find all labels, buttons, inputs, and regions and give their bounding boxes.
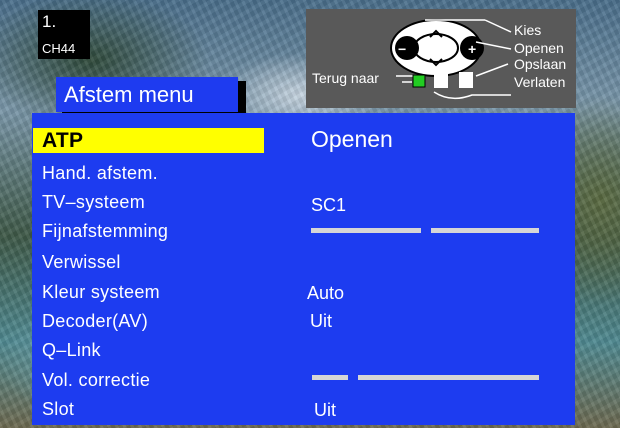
green-button-icon (412, 74, 426, 88)
menu-item-tv-systeem[interactable]: TV–systeem (42, 190, 145, 214)
channel-name: CH44 (42, 41, 76, 56)
menu-item-slot[interactable]: Slot (42, 397, 74, 421)
white-button-icon (459, 72, 473, 88)
menu-item-vol-correctie[interactable]: Vol. correctie (42, 368, 150, 392)
volume-correction-bar-right (358, 375, 539, 380)
plus-symbol: + (468, 41, 477, 57)
help-opslaan: Opslaan (514, 56, 567, 72)
value-atp: Openen (311, 126, 393, 152)
menu-item-atp[interactable]: ATP (42, 129, 83, 153)
help-terug-naar: Terug naar (312, 70, 379, 86)
help-verlaten: Verlaten (514, 74, 566, 90)
value-tv-systeem: SC1 (311, 195, 347, 215)
fine-tune-bar-right (431, 228, 539, 233)
minus-symbol: − (398, 41, 407, 57)
value-kleur-systeem: Auto (307, 283, 345, 303)
value-decoder-av: Uit (310, 311, 332, 331)
menu-item-kleur-systeem[interactable]: Kleur systeem (42, 280, 160, 304)
menu-item-decoder-av[interactable]: Decoder(AV) (42, 309, 148, 333)
menu-item-q-link[interactable]: Q–Link (42, 338, 101, 362)
channel-indicator: 1. CH44 (38, 10, 90, 59)
menu-item-hand-afstem[interactable]: Hand. afstem. (42, 161, 158, 185)
channel-number: 1. (42, 12, 57, 31)
remote-help-panel: − + Kies Openen Opslaan Verlaten Terug n… (306, 9, 576, 108)
help-kies: Kies (514, 22, 542, 38)
value-slot: Uit (314, 400, 336, 420)
volume-correction-bar-left (312, 375, 348, 380)
help-openen: Openen (514, 40, 564, 56)
menu-title: Afstem menu (56, 77, 238, 112)
menu-item-fijnafstemming[interactable]: Fijnafstemming (42, 219, 168, 243)
white-button-icon (434, 72, 448, 88)
menu-item-verwissel[interactable]: Verwissel (42, 250, 121, 274)
fine-tune-bar-left (311, 228, 421, 233)
